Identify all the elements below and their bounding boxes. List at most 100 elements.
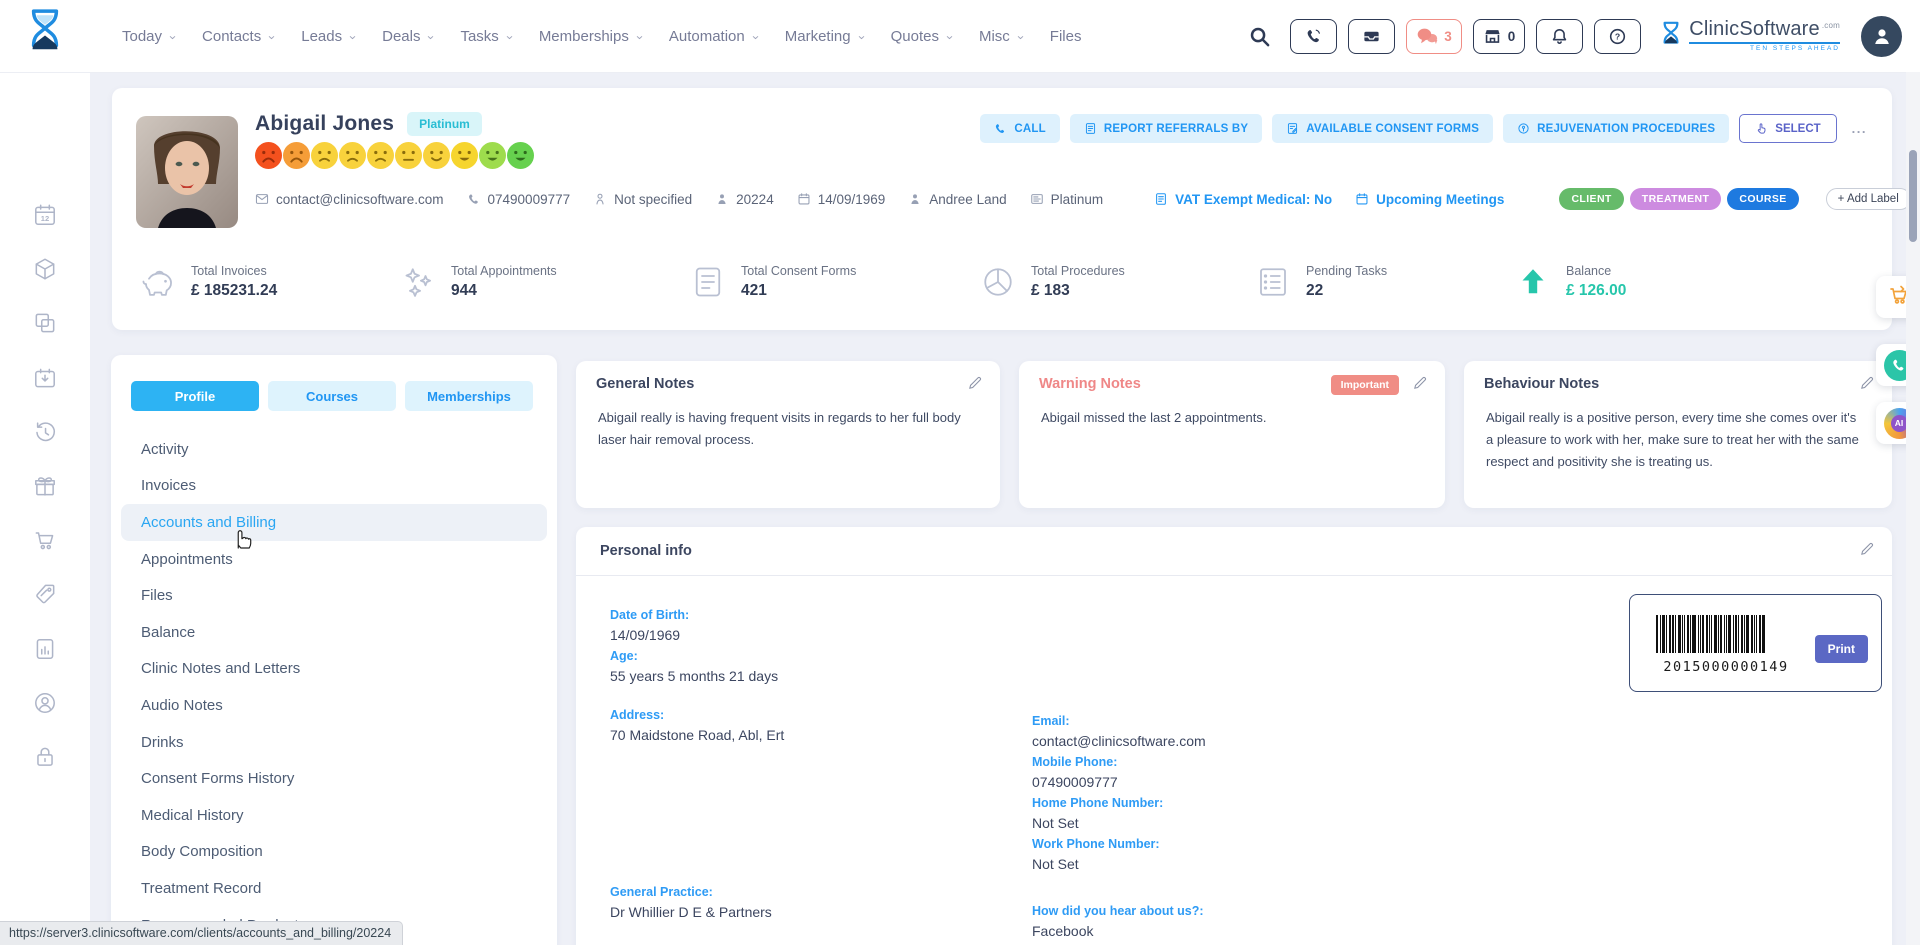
sidebar-item-files[interactable]: Files xyxy=(121,577,547,614)
mood-face-3-sad[interactable] xyxy=(311,142,338,169)
stat-balance: Balance£ 126.00 xyxy=(1515,264,1626,300)
mood-face-7-smile[interactable] xyxy=(423,142,450,169)
mood-face-10-grin[interactable] xyxy=(507,142,534,169)
nav-item-files[interactable]: Files xyxy=(1050,28,1082,45)
dialer-button[interactable] xyxy=(1290,19,1337,54)
mood-face-5-sad[interactable] xyxy=(367,142,394,169)
mood-face-9-grin[interactable] xyxy=(479,142,506,169)
search-icon[interactable] xyxy=(1248,25,1271,48)
call-button[interactable]: CALL xyxy=(980,114,1059,143)
user-avatar[interactable] xyxy=(1861,16,1902,57)
contact-phone: 07490009777 xyxy=(467,192,571,207)
vat-exempt-link[interactable]: VAT Exempt Medical: No xyxy=(1154,192,1332,207)
field-value: contact@clinicsoftware.com xyxy=(1032,731,1432,751)
edit-pencil-icon[interactable] xyxy=(1859,374,1876,391)
card-icon xyxy=(1030,192,1044,206)
sidebar-item-consent-forms-history[interactable]: Consent Forms History xyxy=(121,760,547,797)
email-icon xyxy=(255,192,269,206)
field-value: Not Set xyxy=(1032,813,1432,833)
contact-person: 20224 xyxy=(715,192,774,207)
hourglass-icon xyxy=(1660,21,1682,52)
sidebar-item-treatment-record[interactable]: Treatment Record xyxy=(121,870,547,907)
warning-notes-title: Warning Notes xyxy=(1039,376,1141,392)
sidebar-item-invoices[interactable]: Invoices xyxy=(121,468,547,505)
report-referrals-button[interactable]: REPORT REFERRALS BY xyxy=(1070,114,1262,143)
box-icon[interactable] xyxy=(32,256,58,282)
tab-memberships[interactable]: Memberships xyxy=(405,381,533,411)
label-treatment: TREATMENT xyxy=(1630,188,1722,210)
inbox-button[interactable] xyxy=(1348,19,1395,54)
sidebar-item-appointments[interactable]: Appointments xyxy=(121,541,547,578)
client-photo xyxy=(136,116,238,228)
nav-item-misc[interactable]: Misc xyxy=(979,28,1025,45)
rejuvenation-procedures-button[interactable]: REJUVENATION PROCEDURES xyxy=(1503,114,1729,143)
account-icon[interactable] xyxy=(32,690,58,716)
cart-icon[interactable] xyxy=(32,527,58,553)
upcoming-meetings-link[interactable]: Upcoming Meetings xyxy=(1355,192,1504,207)
more-options-button[interactable]: ... xyxy=(1847,121,1872,136)
nav-item-today[interactable]: Today xyxy=(122,28,177,45)
chevron-down-icon xyxy=(168,33,177,42)
nav-item-quotes[interactable]: Quotes xyxy=(891,28,954,45)
history-icon[interactable] xyxy=(32,419,58,445)
mood-face-4-sad[interactable] xyxy=(339,142,366,169)
sidebar-item-body-composition[interactable]: Body Composition xyxy=(121,834,547,871)
sidebar-item-medical-history[interactable]: Medical History xyxy=(121,797,547,834)
mood-face-1-frown[interactable] xyxy=(255,142,282,169)
mood-face-6-flat[interactable] xyxy=(395,142,422,169)
nav-item-automation[interactable]: Automation xyxy=(669,28,760,45)
contact-gender: Not specified xyxy=(593,192,692,207)
nav-item-tasks[interactable]: Tasks xyxy=(460,28,513,45)
sidebar-item-balance[interactable]: Balance xyxy=(121,614,547,651)
chevron-down-icon xyxy=(505,33,514,42)
calendar-12-icon[interactable]: 12 xyxy=(32,202,58,228)
nav-item-memberships[interactable]: Memberships xyxy=(539,28,644,45)
field-value: 14/09/1969 xyxy=(610,625,1010,645)
sidebar-item-audio-notes[interactable]: Audio Notes xyxy=(121,687,547,724)
select-button[interactable]: SELECT xyxy=(1739,114,1836,143)
sidebar-item-clinic-notes-and-letters[interactable]: Clinic Notes and Letters xyxy=(121,651,547,688)
nav-item-marketing[interactable]: Marketing xyxy=(785,28,866,45)
gift-icon[interactable] xyxy=(32,473,58,499)
add-label-button[interactable]: + Add Label xyxy=(1826,188,1911,210)
brand-logo: ClinicSoftware.com TEN STEPS AHEAD xyxy=(1660,19,1840,53)
label-course: COURSE xyxy=(1727,188,1798,210)
scrollbar-track xyxy=(1906,72,1920,945)
copy-icon[interactable] xyxy=(32,310,58,336)
stat-total-invoices: Total Invoices£ 185231.24 xyxy=(140,264,277,300)
behaviour-notes-title: Behaviour Notes xyxy=(1484,376,1599,392)
sparkles-icon xyxy=(400,264,436,300)
store-button[interactable]: 0 xyxy=(1473,19,1526,54)
app-logo-icon[interactable] xyxy=(24,7,66,70)
edit-pencil-icon[interactable] xyxy=(967,374,984,391)
chevron-down-icon xyxy=(751,33,760,42)
client-name: Abigail Jones xyxy=(255,112,394,136)
help-button[interactable]: ? xyxy=(1594,19,1641,54)
sidebar-item-activity[interactable]: Activity xyxy=(121,431,547,468)
mood-face-8-grin[interactable] xyxy=(451,142,478,169)
notifications-button[interactable] xyxy=(1536,19,1583,54)
nav-item-deals[interactable]: Deals xyxy=(382,28,435,45)
nav-item-leads[interactable]: Leads xyxy=(301,28,357,45)
calendar-checkin-icon[interactable] xyxy=(32,365,58,391)
field-label: General Practice: xyxy=(610,884,1010,900)
chevron-down-icon xyxy=(945,33,954,42)
sidebar-item-accounts-and-billing[interactable]: Accounts and Billing xyxy=(121,504,547,541)
mood-face-2-frown[interactable] xyxy=(283,142,310,169)
report-icon[interactable] xyxy=(32,636,58,662)
edit-pencil-icon[interactable] xyxy=(1859,540,1876,557)
nav-item-contacts[interactable]: Contacts xyxy=(202,28,276,45)
chat-button[interactable]: 3 xyxy=(1406,19,1462,54)
print-button[interactable]: Print xyxy=(1815,635,1868,663)
available-consent-forms-button[interactable]: AVAILABLE CONSENT FORMS xyxy=(1272,114,1493,143)
profile-tabs: Profile Courses Memberships xyxy=(131,381,533,411)
tag-icon[interactable] xyxy=(32,581,58,607)
scrollbar-thumb[interactable] xyxy=(1909,150,1917,242)
lock-icon[interactable] xyxy=(32,744,58,770)
tab-profile[interactable]: Profile xyxy=(131,381,259,411)
sidebar-item-drinks[interactable]: Drinks xyxy=(121,724,547,761)
warning-notes-card: Warning Notes Important Abigail missed t… xyxy=(1019,361,1445,508)
tab-courses[interactable]: Courses xyxy=(268,381,396,411)
edit-pencil-icon[interactable] xyxy=(1412,374,1429,391)
contact-person: Andree Land xyxy=(908,192,1006,207)
